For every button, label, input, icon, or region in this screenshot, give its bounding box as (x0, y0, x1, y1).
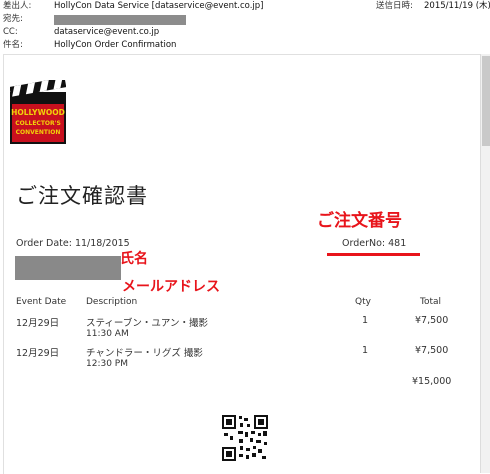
order-number-underline (327, 253, 420, 256)
vertical-scrollbar[interactable] (480, 54, 490, 473)
annotation-email: メールアドレス (122, 279, 220, 295)
hollycon-logo: HOLLYWOOD COLLECTOR'S CONVENTION (10, 80, 66, 144)
order-date: Order Date: 11/18/2015 (16, 238, 130, 249)
cc-row: CC: dataservice@event.co.jp (0, 26, 490, 39)
from-row: 差出人: HollyCon Data Service [dataservice@… (0, 0, 490, 13)
row1-qty: 1 (362, 315, 369, 326)
subject-row: 件名: HollyCon Order Confirmation (0, 39, 490, 52)
row2-time: 12:30 PM (86, 359, 128, 369)
row2-description: チャンドラー・リグズ 撮影 (86, 348, 203, 359)
sent-value: 2015/11/19 (木) 6 (424, 1, 490, 11)
email-header: 差出人: HollyCon Data Service [dataservice@… (0, 0, 490, 52)
annotation-order-number: ご注文番号 (317, 211, 402, 231)
annotation-name: 氏名 (120, 251, 148, 267)
to-row: 宛先: (0, 13, 490, 26)
scrollbar-thumb[interactable] (482, 56, 490, 146)
row1-total: ¥7,500 (415, 315, 449, 326)
from-value[interactable]: HollyCon Data Service [dataservice@event… (54, 0, 264, 13)
header-event-date: Event Date (16, 297, 67, 307)
row1-description: スティーブン・ユアン・撮影 (86, 318, 208, 329)
row2-date: 12月29日 (16, 348, 60, 359)
row1-time: 11:30 AM (86, 329, 129, 339)
to-redaction (54, 15, 186, 25)
logo-line1: HOLLYWOOD (11, 108, 65, 117)
cc-value[interactable]: dataservice@event.co.jp (54, 26, 159, 39)
logo-line2: COLLECTOR'S (15, 120, 61, 127)
document-title: ご注文確認書 (16, 184, 148, 208)
order-number: OrderNo: 481 (342, 238, 407, 249)
subject-label: 件名: (3, 40, 23, 50)
cc-label: CC: (3, 27, 18, 37)
from-label: 差出人: (3, 1, 32, 11)
row1-date: 12月29日 (16, 318, 60, 329)
name-redaction (15, 256, 121, 280)
grand-total: ¥15,000 (412, 376, 452, 387)
qr-code (222, 415, 268, 461)
header-qty: Qty (355, 297, 371, 307)
row2-qty: 1 (362, 345, 369, 356)
row2-total: ¥7,500 (415, 345, 449, 356)
to-label: 宛先: (3, 14, 23, 24)
header-total: Total (420, 297, 442, 307)
sent-label: 送信日時: (376, 1, 413, 11)
header-description: Description (86, 297, 138, 307)
subject-value: HollyCon Order Confirmation (54, 40, 177, 50)
logo-line3: CONVENTION (16, 129, 61, 136)
